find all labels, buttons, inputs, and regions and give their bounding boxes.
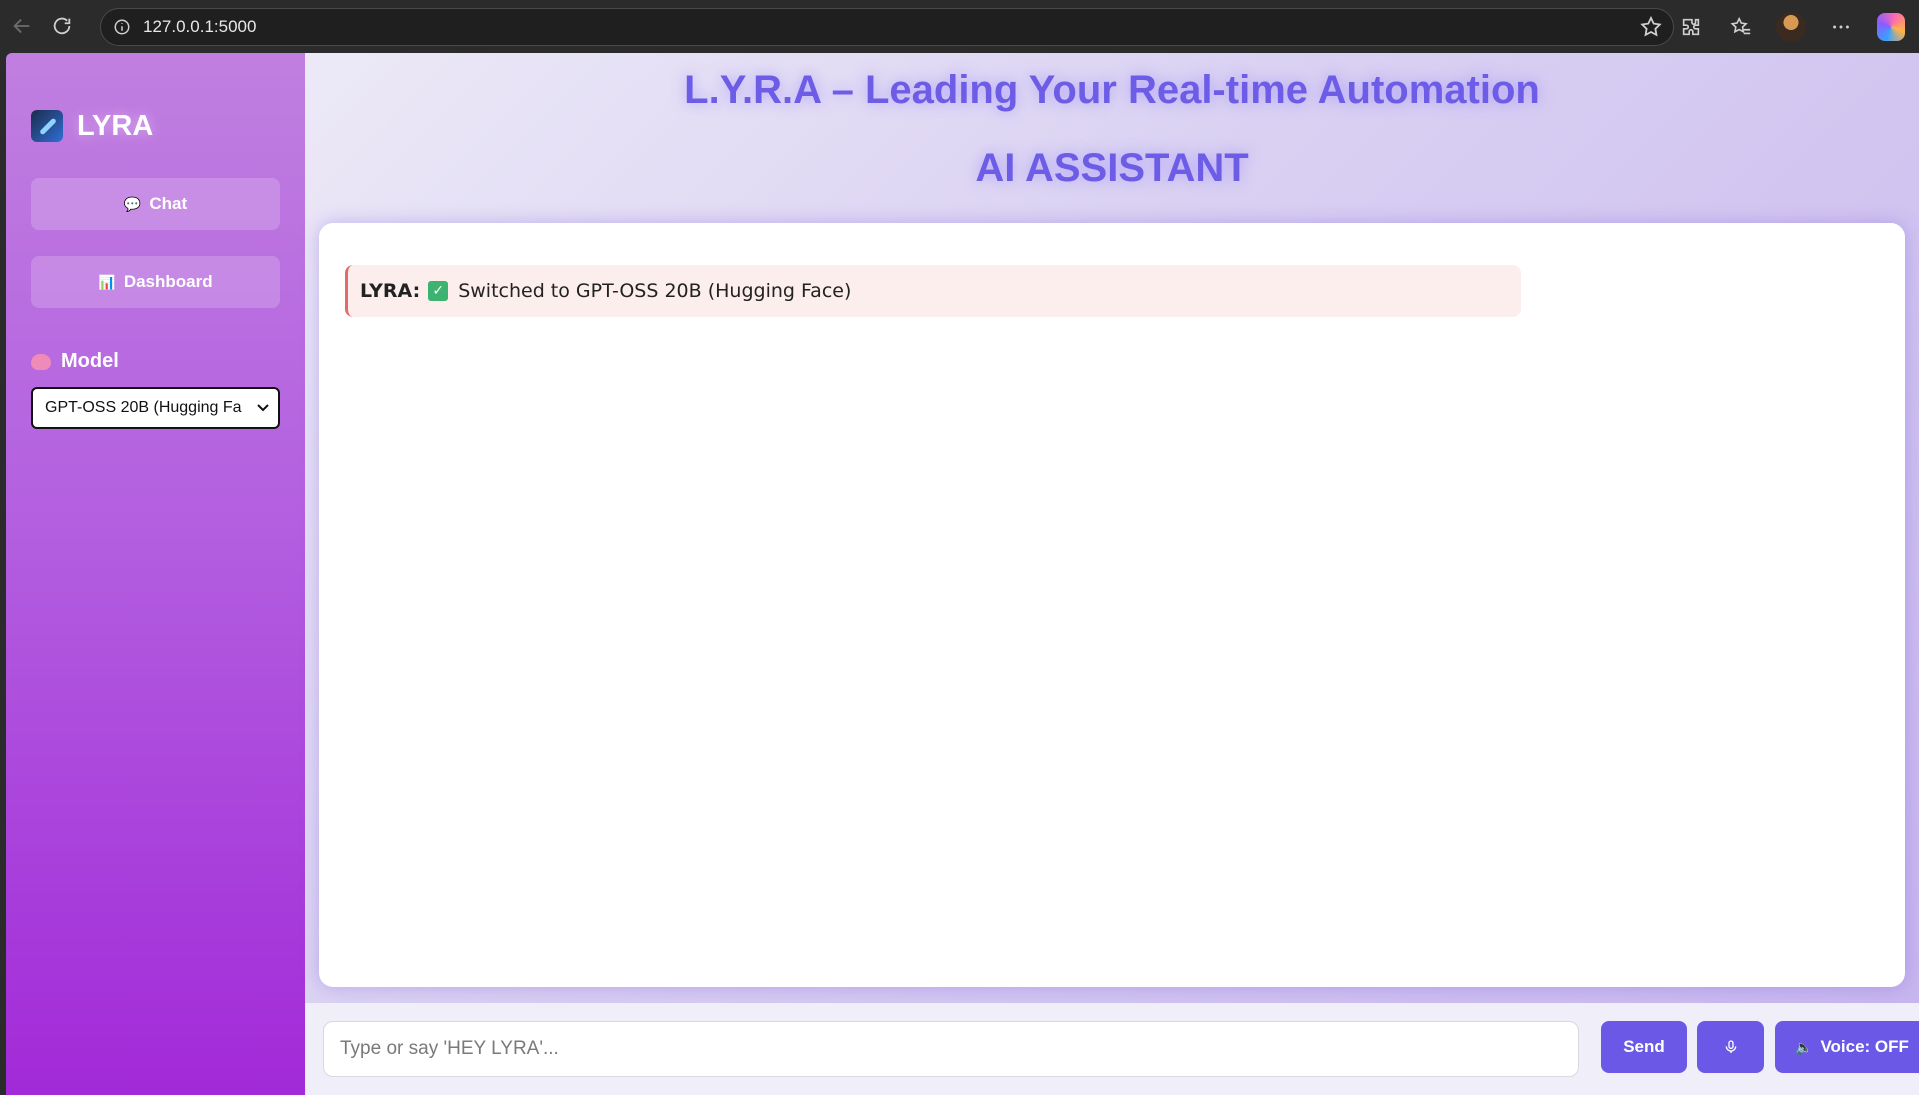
chat-button-label: Chat [149,194,188,213]
more-options-icon[interactable] [1823,9,1859,45]
message-text: Switched to GPT-OSS 20B (Hugging Face) [458,280,852,302]
bar-chart-icon: 📊 [98,273,116,290]
speaker-icon: 🔈 [1795,1038,1813,1055]
brain-icon [31,353,51,370]
chat-message: LYRA: ✓ Switched to GPT-OSS 20B (Hugging… [345,265,1521,317]
copilot-icon[interactable] [1873,9,1909,45]
input-bar: Send 🔈 Voice: OFF [305,1003,1919,1095]
logo-text: LYRA [77,109,154,142]
message-sender: LYRA: [360,280,421,302]
dashboard-button[interactable]: 📊 Dashboard [31,256,280,308]
extensions-icon[interactable] [1673,9,1709,45]
send-button[interactable]: Send [1601,1021,1687,1073]
model-select[interactable]: GPT-OSS 20B (Hugging Fa [31,387,280,429]
logo: LYRA [31,108,280,144]
lyra-logo-icon [31,110,63,142]
reload-icon[interactable] [44,8,80,44]
model-heading: Model [31,350,280,373]
speech-bubble-icon: 💬 [123,195,142,212]
browser-toolbar: 127.0.0.1:5000 [0,0,1919,52]
chevron-down-icon [257,404,269,412]
favorites-icon[interactable] [1723,9,1759,45]
chat-button[interactable]: 💬 Chat [31,178,280,230]
dashboard-button-label: Dashboard [123,272,213,291]
model-heading-label: Model [61,350,119,372]
back-icon[interactable] [4,8,40,44]
profile-avatar[interactable] [1773,9,1809,45]
chat-panel: LYRA: ✓ Switched to GPT-OSS 20B (Hugging… [319,223,1905,987]
voice-toggle-button[interactable]: 🔈 Voice: OFF [1775,1021,1919,1073]
app-page: LYRA 💬 Chat 📊 Dashboard Model GPT-OSS 20… [6,53,1919,1095]
check-mark-icon: ✓ [428,281,449,301]
url-text: 127.0.0.1:5000 [143,17,257,36]
microphone-button[interactable] [1697,1021,1764,1073]
address-bar[interactable]: 127.0.0.1:5000 [100,8,1674,46]
page-subtitle: AI ASSISTANT [975,146,1249,190]
favorite-star-icon[interactable] [1639,15,1663,39]
voice-toggle-label: Voice: OFF [1820,1037,1909,1056]
chat-input[interactable] [323,1021,1579,1077]
main-area: L.Y.R.A – Leading Your Real-time Automat… [305,53,1919,1095]
microphone-icon [1725,1040,1736,1053]
sidebar: LYRA 💬 Chat 📊 Dashboard Model GPT-OSS 20… [6,53,305,1095]
info-icon[interactable] [113,18,131,36]
page-title: L.Y.R.A – Leading Your Real-time Automat… [684,68,1540,112]
model-select-value: GPT-OSS 20B (Hugging Fa [45,399,242,416]
